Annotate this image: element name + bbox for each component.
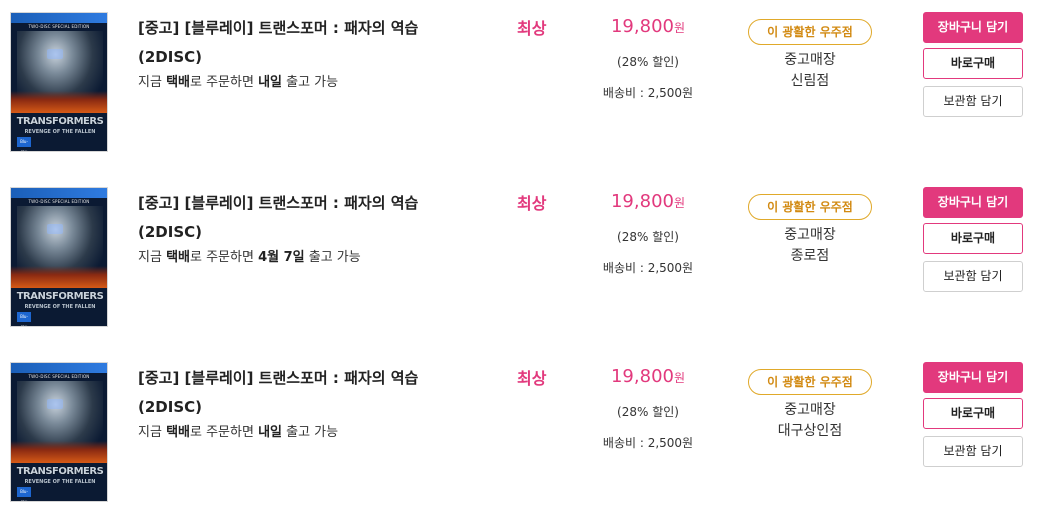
shipping-fee: 배송비 : 2,500원 xyxy=(602,436,694,450)
shipping-suffix: 출고 가능 xyxy=(304,250,361,265)
shipping-prefix: 지금 xyxy=(138,425,167,440)
discount-rate: (28% 할인) xyxy=(617,230,679,244)
shipping-fee: 배송비 : 2,500원 xyxy=(602,86,694,100)
cover-edition-text: TWO-DISC SPECIAL EDITION xyxy=(28,24,90,29)
price-amount: 19,800 xyxy=(610,366,674,387)
shipping-info: 지금 택배로 주문하면 내일 출고 가능 xyxy=(138,71,338,90)
store-line2: 종로점 xyxy=(790,248,830,264)
price-amount: 19,800 xyxy=(610,191,674,212)
seller-badge[interactable]: 이 광활한 우주점 xyxy=(748,19,872,45)
discount-rate: (28% 할인) xyxy=(617,405,679,419)
add-to-wishlist-button[interactable]: 보관함 담기 xyxy=(923,436,1023,467)
shipping-day: 4월 7일 xyxy=(258,250,305,265)
cover-fire-art xyxy=(11,91,107,113)
product-cover-image[interactable]: TWO-DISC SPECIAL EDITION TRANSFORMERS RE… xyxy=(10,362,108,502)
cover-logo: TRANSFORMERS xyxy=(16,116,104,127)
buy-now-button[interactable]: 바로구매 xyxy=(923,398,1023,429)
bluray-strip xyxy=(11,13,107,23)
seller-badge[interactable]: 이 광활한 우주점 xyxy=(748,194,872,220)
product-cover-image[interactable]: TWO-DISC SPECIAL EDITION TRANSFORMERS RE… xyxy=(10,12,108,152)
price-unit: 원 xyxy=(673,21,686,35)
bluray-strip xyxy=(11,188,107,198)
store-name: 중고매장신림점 xyxy=(748,50,872,92)
discount-rate: (28% 할인) xyxy=(617,55,679,69)
shipping-fee: 배송비 : 2,500원 xyxy=(602,261,694,275)
cover-edition-text: TWO-DISC SPECIAL EDITION xyxy=(28,199,90,204)
shipping-prefix: 지금 xyxy=(138,75,167,90)
bluray-disc-icon: Blu-ray xyxy=(17,137,31,151)
cover-logo: TRANSFORMERS xyxy=(16,466,104,477)
shipping-method: 택배 xyxy=(166,250,190,265)
shipping-middle: 로 주문하면 xyxy=(189,75,259,90)
price: 19,800원 xyxy=(590,16,706,37)
cover-fire-art xyxy=(11,266,107,288)
bluray-disc-icon: Blu-ray xyxy=(17,487,31,501)
shipping-suffix: 출고 가능 xyxy=(281,75,339,90)
shipping-middle: 로 주문하면 xyxy=(189,425,259,440)
shipping-middle: 로 주문하면 xyxy=(189,250,259,265)
buy-now-button[interactable]: 바로구매 xyxy=(923,48,1023,79)
store-line1: 중고매장 xyxy=(784,52,836,68)
price-amount: 19,800 xyxy=(610,16,674,37)
add-to-cart-button[interactable]: 장바구니 담기 xyxy=(923,362,1023,393)
used-product-list: TWO-DISC SPECIAL EDITION TRANSFORMERS RE… xyxy=(0,0,1042,513)
shipping-suffix: 출고 가능 xyxy=(281,425,339,440)
shipping-info: 지금 택배로 주문하면 내일 출고 가능 xyxy=(138,421,338,440)
product-title[interactable]: [중고] [블루레이] 트랜스포머 : 패자의 역습 (2DISC) xyxy=(138,364,468,422)
shipping-info: 지금 택배로 주문하면 4월 7일 출고 가능 xyxy=(138,246,361,265)
bluray-strip xyxy=(11,363,107,373)
shipping-method: 택배 xyxy=(166,75,190,90)
shipping-prefix: 지금 xyxy=(138,250,167,265)
shipping-method: 택배 xyxy=(166,425,190,440)
price-unit: 원 xyxy=(673,196,686,210)
cover-fire-art xyxy=(11,441,107,463)
add-to-wishlist-button[interactable]: 보관함 담기 xyxy=(923,86,1023,117)
add-to-cart-button[interactable]: 장바구니 담기 xyxy=(923,12,1023,43)
store-line1: 중고매장 xyxy=(784,402,836,418)
buy-now-button[interactable]: 바로구매 xyxy=(923,223,1023,254)
cover-logo: TRANSFORMERS xyxy=(16,291,104,302)
condition-grade: 최상 xyxy=(517,194,547,213)
add-to-wishlist-button[interactable]: 보관함 담기 xyxy=(923,261,1023,292)
store-line2: 대구상인점 xyxy=(777,423,843,439)
store-line1: 중고매장 xyxy=(784,227,836,243)
store-line2: 신림점 xyxy=(790,73,830,89)
store-name: 중고매장종로점 xyxy=(748,225,872,267)
cover-subtitle: REVENGE OF THE FALLEN xyxy=(24,479,96,485)
cover-subtitle: REVENGE OF THE FALLEN xyxy=(24,304,96,310)
product-title[interactable]: [중고] [블루레이] 트랜스포머 : 패자의 역습 (2DISC) xyxy=(138,14,468,72)
condition-grade: 최상 xyxy=(517,369,547,388)
seller-badge[interactable]: 이 광활한 우주점 xyxy=(748,369,872,395)
shipping-day: 내일 xyxy=(258,75,282,90)
add-to-cart-button[interactable]: 장바구니 담기 xyxy=(923,187,1023,218)
product-row: TWO-DISC SPECIAL EDITION TRANSFORMERS RE… xyxy=(0,175,1042,335)
product-title[interactable]: [중고] [블루레이] 트랜스포머 : 패자의 역습 (2DISC) xyxy=(138,189,468,247)
bluray-disc-icon: Blu-ray xyxy=(17,312,31,326)
price-unit: 원 xyxy=(673,371,686,385)
price: 19,800원 xyxy=(590,191,706,212)
product-cover-image[interactable]: TWO-DISC SPECIAL EDITION TRANSFORMERS RE… xyxy=(10,187,108,327)
cover-edition-text: TWO-DISC SPECIAL EDITION xyxy=(28,374,90,379)
price: 19,800원 xyxy=(590,366,706,387)
product-row: TWO-DISC SPECIAL EDITION TRANSFORMERS RE… xyxy=(0,350,1042,510)
product-row: TWO-DISC SPECIAL EDITION TRANSFORMERS RE… xyxy=(0,0,1042,160)
cover-subtitle: REVENGE OF THE FALLEN xyxy=(24,129,96,135)
shipping-day: 내일 xyxy=(258,425,282,440)
store-name: 중고매장대구상인점 xyxy=(748,400,872,442)
condition-grade: 최상 xyxy=(517,19,547,38)
